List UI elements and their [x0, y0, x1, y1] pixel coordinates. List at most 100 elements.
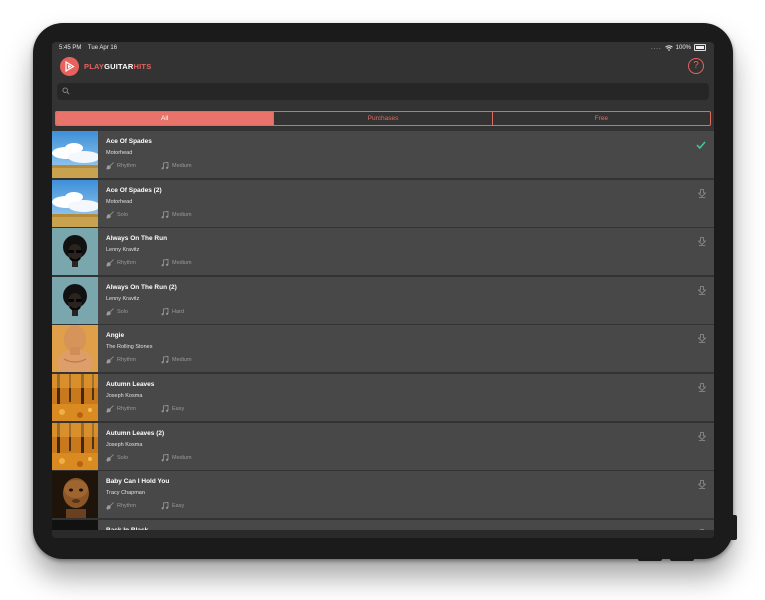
- battery-percent: 100%: [675, 44, 691, 51]
- part-info: Rhythm: [106, 502, 136, 510]
- status-time: 5:45 PM: [59, 45, 82, 51]
- row-action-button[interactable]: [697, 476, 707, 494]
- app-logo: PLAYGUITARHITS: [84, 62, 152, 71]
- album-art: [52, 373, 98, 421]
- volume-button: [638, 557, 662, 561]
- part-info: Solo: [106, 307, 129, 316]
- download-icon: [697, 285, 707, 295]
- song-artist: The Rolling Stones: [106, 344, 153, 351]
- checkmark-icon: [696, 141, 706, 150]
- music-note-icon: [161, 210, 169, 218]
- album-art: [52, 422, 98, 470]
- part-info: Rhythm: [106, 259, 136, 267]
- search-input[interactable]: [75, 84, 699, 100]
- part-label: Rhythm: [117, 357, 136, 364]
- help-button[interactable]: ?: [688, 58, 704, 74]
- download-icon: [697, 188, 707, 198]
- status-date: Tue Apr 16: [87, 45, 118, 51]
- level-label: Medium: [172, 163, 192, 169]
- song-list: Ace Of Spades Motorhead Rhythm Medium Ac…: [52, 131, 714, 538]
- row-action-button[interactable]: [697, 428, 707, 446]
- part-label: Solo: [117, 454, 129, 461]
- song-title: Always On The Run (2): [106, 283, 177, 291]
- level-label: Easy: [172, 503, 185, 510]
- music-note-icon: [161, 307, 169, 316]
- guitar-icon: [106, 502, 114, 510]
- level-label: Medium: [172, 260, 192, 267]
- guitar-icon: [106, 307, 114, 316]
- row-action-button[interactable]: [697, 185, 707, 203]
- song-title: Ace Of Spades: [106, 138, 152, 145]
- album-art: [52, 179, 98, 227]
- level-info: Medium: [161, 162, 192, 170]
- part-info: Rhythm: [106, 405, 136, 413]
- guitar-icon: [106, 162, 114, 170]
- song-row-6[interactable]: Autumn Leaves Joseph Kosma Rhythm Easy: [52, 373, 714, 421]
- song-title: Autumn Leaves (2): [106, 429, 165, 437]
- level-info: Medium: [161, 356, 192, 364]
- level-info: Easy: [161, 502, 184, 510]
- guitar-icon: [106, 210, 114, 219]
- level-info: Medium: [161, 210, 192, 219]
- screen: 5:45 PM Tue Apr 16 .... 100% PLAYGUITARH…: [52, 42, 714, 538]
- tab-free[interactable]: Free: [493, 112, 710, 125]
- song-title: Always On The Run: [106, 235, 168, 243]
- album-art: [52, 228, 98, 276]
- level-info: Easy: [161, 405, 184, 413]
- level-label: Medium: [172, 454, 192, 461]
- guitar-icon: [106, 259, 114, 267]
- part-label: Solo: [117, 308, 129, 315]
- song-meta: Solo Hard: [106, 307, 184, 316]
- level-info: Medium: [161, 259, 192, 267]
- row-action-button[interactable]: [697, 330, 707, 348]
- album-art: [52, 471, 98, 519]
- song-meta: Rhythm Easy: [106, 405, 184, 413]
- download-icon: [697, 334, 707, 344]
- part-label: Rhythm: [117, 163, 136, 169]
- song-row-1[interactable]: Ace Of Spades Motorhead Rhythm Medium: [52, 131, 714, 178]
- music-note-icon: [161, 259, 169, 267]
- song-row-4[interactable]: Always On The Run (2) Lenny Kravitz Solo…: [52, 276, 714, 324]
- level-info: Hard: [161, 307, 184, 316]
- music-note-icon: [161, 405, 169, 413]
- part-label: Rhythm: [117, 405, 136, 412]
- song-row-2[interactable]: Ace Of Spades (2) Motorhead Solo Medium: [52, 179, 714, 227]
- music-note-icon: [161, 356, 169, 364]
- download-icon: [697, 237, 707, 247]
- album-art: [52, 276, 98, 324]
- bottom-edge: [52, 530, 714, 538]
- guitar-icon: [106, 356, 114, 364]
- search-bar[interactable]: [57, 83, 709, 100]
- song-meta: Solo Medium: [106, 210, 192, 219]
- song-title: Autumn Leaves: [106, 380, 155, 388]
- level-label: Medium: [172, 211, 192, 218]
- row-action-button[interactable]: [697, 379, 707, 397]
- part-info: Rhythm: [106, 162, 136, 170]
- signal-dots-icon: ....: [650, 44, 662, 51]
- tab-purchases[interactable]: Purchases: [274, 112, 493, 125]
- music-note-icon: [161, 502, 169, 510]
- song-row-3[interactable]: Always On The Run Lenny Kravitz Rhythm M…: [52, 228, 714, 276]
- row-action-button[interactable]: [697, 233, 707, 251]
- song-artist: Lenny Kravitz: [106, 247, 140, 254]
- part-label: Rhythm: [117, 503, 136, 510]
- song-row-5[interactable]: Angie The Rolling Stones Rhythm Medium: [52, 325, 714, 373]
- song-artist: Joseph Kosma: [106, 392, 143, 399]
- part-info: Solo: [106, 453, 129, 462]
- row-action-button[interactable]: [697, 282, 707, 300]
- download-icon: [697, 383, 707, 392]
- song-row-8[interactable]: Baby Can I Hold You Tracy Chapman Rhythm…: [52, 471, 714, 519]
- song-meta: Rhythm Medium: [106, 259, 192, 267]
- question-mark-icon: ?: [693, 60, 699, 71]
- row-action-button[interactable]: [696, 136, 706, 154]
- level-label: Medium: [172, 357, 192, 364]
- level-label: Easy: [172, 405, 185, 412]
- song-meta: Solo Medium: [106, 453, 192, 462]
- download-icon: [697, 480, 707, 490]
- song-row-7[interactable]: Autumn Leaves (2) Joseph Kosma Solo Medi…: [52, 422, 714, 470]
- battery-icon: [694, 44, 706, 51]
- part-info: Rhythm: [106, 356, 136, 364]
- guitar-icon: [106, 405, 114, 413]
- tab-all[interactable]: All: [56, 112, 275, 125]
- song-artist: Tracy Chapman: [106, 490, 145, 497]
